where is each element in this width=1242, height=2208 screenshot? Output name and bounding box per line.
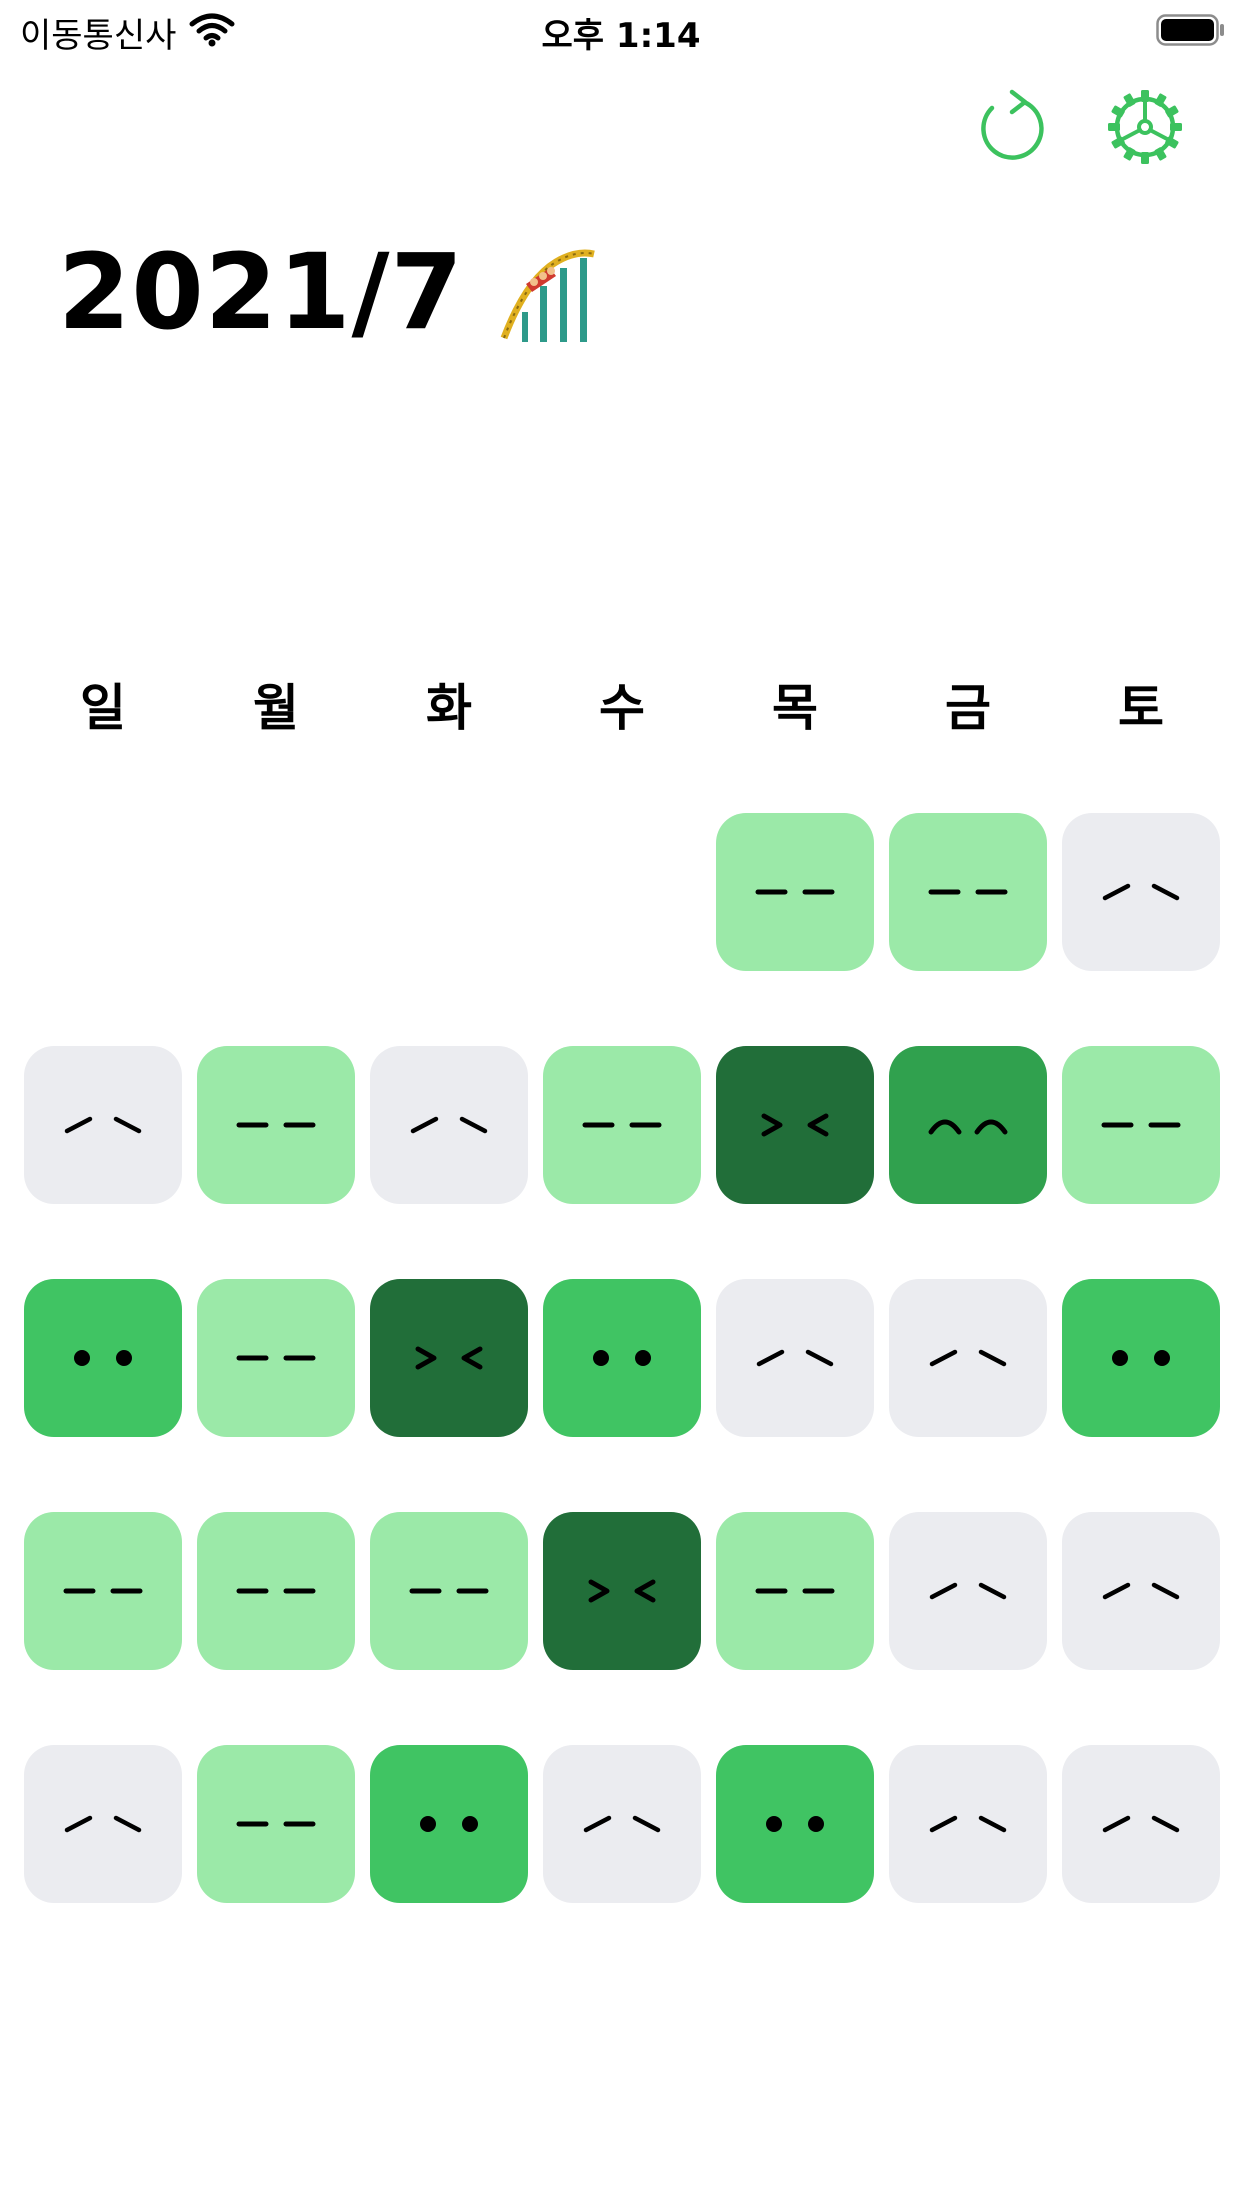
mood-face-slant-icon (756, 1349, 834, 1367)
day-cell-mon-week-4[interactable] (197, 1512, 355, 1670)
mood-face-dot-icon (766, 1816, 824, 1832)
day-cell-sat-week-4[interactable] (1062, 1512, 1220, 1670)
day-cell-wed-week-4[interactable] (543, 1512, 701, 1670)
mood-face-squint-icon (415, 1346, 483, 1370)
day-cell-thu-week-5[interactable] (716, 1745, 874, 1903)
day-cell-wed-week-3[interactable] (543, 1279, 701, 1437)
day-cell-mon-week-5[interactable] (197, 1745, 355, 1903)
mood-face-dash-icon (928, 889, 1008, 895)
day-cell-sun-week-4[interactable] (24, 1512, 182, 1670)
mood-face-dash-icon (236, 1122, 316, 1128)
day-cell-fri-week-5[interactable] (889, 1745, 1047, 1903)
mood-face-slant-icon (1102, 1582, 1180, 1600)
day-cell-tue-week-2[interactable] (370, 1046, 528, 1204)
mood-face-slant-icon (64, 1815, 142, 1833)
day-cell-sat-week-1[interactable] (1062, 813, 1220, 971)
mood-face-slant-icon (64, 1116, 142, 1134)
mood-face-slant-icon (410, 1116, 488, 1134)
day-cell-sat-week-3[interactable] (1062, 1279, 1220, 1437)
day-cell-sun-week-5[interactable] (24, 1745, 182, 1903)
day-cell-wed-week-2[interactable] (543, 1046, 701, 1204)
day-cell-tue-week-5[interactable] (370, 1745, 528, 1903)
day-cell-sat-week-2[interactable] (1062, 1046, 1220, 1204)
mood-face-slant-icon (1102, 883, 1180, 901)
mood-face-dash-icon (1101, 1122, 1181, 1128)
day-cell-tue-week-4[interactable] (370, 1512, 528, 1670)
mood-face-dash-icon (755, 1588, 835, 1594)
day-cell-tue-week-3[interactable] (370, 1279, 528, 1437)
day-cell-mon-week-2[interactable] (197, 1046, 355, 1204)
mood-face-squint-icon (588, 1579, 656, 1603)
mood-face-dash-icon (236, 1355, 316, 1361)
day-cell-sun-week-2[interactable] (24, 1046, 182, 1204)
day-cell-sun-week-3[interactable] (24, 1279, 182, 1437)
mood-face-dash-icon (582, 1122, 662, 1128)
mood-face-slant-icon (1102, 1815, 1180, 1833)
mood-face-dot-icon (593, 1350, 651, 1366)
mood-face-dash-icon (755, 889, 835, 895)
mood-face-dot-icon (1112, 1350, 1170, 1366)
mood-face-slant-icon (929, 1349, 1007, 1367)
day-cell-thu-week-1[interactable] (716, 813, 874, 971)
day-cell-mon-week-3[interactable] (197, 1279, 355, 1437)
mood-face-dot-icon (74, 1350, 132, 1366)
day-cell-wed-week-5[interactable] (543, 1745, 701, 1903)
mood-face-slant-icon (583, 1815, 661, 1833)
mood-face-slant-icon (929, 1582, 1007, 1600)
mood-face-dash-icon (409, 1588, 489, 1594)
mood-face-slant-icon (929, 1815, 1007, 1833)
day-cell-fri-week-4[interactable] (889, 1512, 1047, 1670)
day-cell-thu-week-2[interactable] (716, 1046, 874, 1204)
day-cell-fri-week-2[interactable] (889, 1046, 1047, 1204)
calendar-grid (0, 0, 1242, 2208)
day-cell-thu-week-3[interactable] (716, 1279, 874, 1437)
day-cell-thu-week-4[interactable] (716, 1512, 874, 1670)
mood-face-dash-icon (236, 1821, 316, 1827)
mood-face-dash-icon (63, 1588, 143, 1594)
day-cell-fri-week-1[interactable] (889, 813, 1047, 971)
day-cell-sat-week-5[interactable] (1062, 1745, 1220, 1903)
mood-face-arc-icon (928, 1119, 1008, 1135)
mood-face-squint-icon (761, 1113, 829, 1137)
mood-face-dot-icon (420, 1816, 478, 1832)
app-screen: 이동통신사 오후 1:14 2021/7 일 월 화 수 목 금 토 (0, 0, 1242, 2208)
day-cell-fri-week-3[interactable] (889, 1279, 1047, 1437)
mood-face-dash-icon (236, 1588, 316, 1594)
